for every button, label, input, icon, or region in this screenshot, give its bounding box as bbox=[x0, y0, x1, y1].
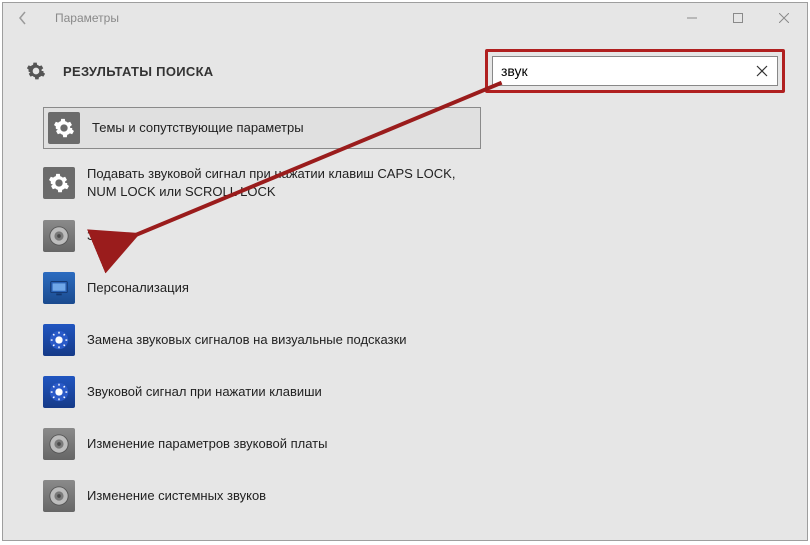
result-item[interactable]: Замена звуковых сигналов на визуальные п… bbox=[43, 320, 483, 360]
result-label: Подавать звуковой сигнал при нажатии кла… bbox=[87, 165, 483, 200]
speaker-icon bbox=[43, 220, 75, 252]
close-button[interactable] bbox=[761, 3, 807, 33]
result-label: Персонализация bbox=[87, 279, 189, 297]
minimize-button[interactable] bbox=[669, 3, 715, 33]
result-label: Темы и сопутствующие параметры bbox=[92, 119, 304, 137]
settings-window: Параметры РЕЗУЛЬТАТЫ ПОИСКА bbox=[2, 2, 808, 541]
header-row: РЕЗУЛЬТАТЫ ПОИСКА bbox=[3, 33, 807, 99]
result-item[interactable]: Звук bbox=[43, 216, 483, 256]
gear-icon bbox=[25, 60, 47, 82]
gear-icon bbox=[43, 167, 75, 199]
window-controls bbox=[669, 3, 807, 33]
result-item[interactable]: Изменение параметров звуковой платы bbox=[43, 424, 483, 464]
result-label: Звук bbox=[87, 227, 114, 245]
accessibility-icon bbox=[43, 324, 75, 356]
accessibility-icon bbox=[43, 376, 75, 408]
monitor-icon bbox=[43, 272, 75, 304]
result-item[interactable]: Изменение системных звуков bbox=[43, 476, 483, 516]
back-button[interactable] bbox=[9, 3, 39, 33]
result-item[interactable]: Звуковой сигнал при нажатии клавиши bbox=[43, 372, 483, 412]
result-item[interactable]: Темы и сопутствующие параметры bbox=[43, 107, 481, 149]
result-label: Изменение параметров звуковой платы bbox=[87, 435, 327, 453]
search-box bbox=[492, 56, 778, 86]
page-title: РЕЗУЛЬТАТЫ ПОИСКА bbox=[63, 64, 214, 79]
result-label: Замена звуковых сигналов на визуальные п… bbox=[87, 331, 407, 349]
titlebar: Параметры bbox=[3, 3, 807, 33]
clear-search-button[interactable] bbox=[747, 56, 777, 86]
window-title: Параметры bbox=[55, 11, 119, 25]
speaker-icon bbox=[43, 428, 75, 460]
search-highlight bbox=[485, 49, 785, 93]
search-input[interactable] bbox=[493, 57, 747, 85]
gear-icon bbox=[48, 112, 80, 144]
maximize-button[interactable] bbox=[715, 3, 761, 33]
result-item[interactable]: Подавать звуковой сигнал при нажатии кла… bbox=[43, 161, 483, 204]
result-label: Изменение системных звуков bbox=[87, 487, 266, 505]
speaker-icon bbox=[43, 480, 75, 512]
results-list: Темы и сопутствующие параметры Подавать з… bbox=[3, 99, 807, 516]
result-item[interactable]: Персонализация bbox=[43, 268, 483, 308]
result-label: Звуковой сигнал при нажатии клавиши bbox=[87, 383, 322, 401]
